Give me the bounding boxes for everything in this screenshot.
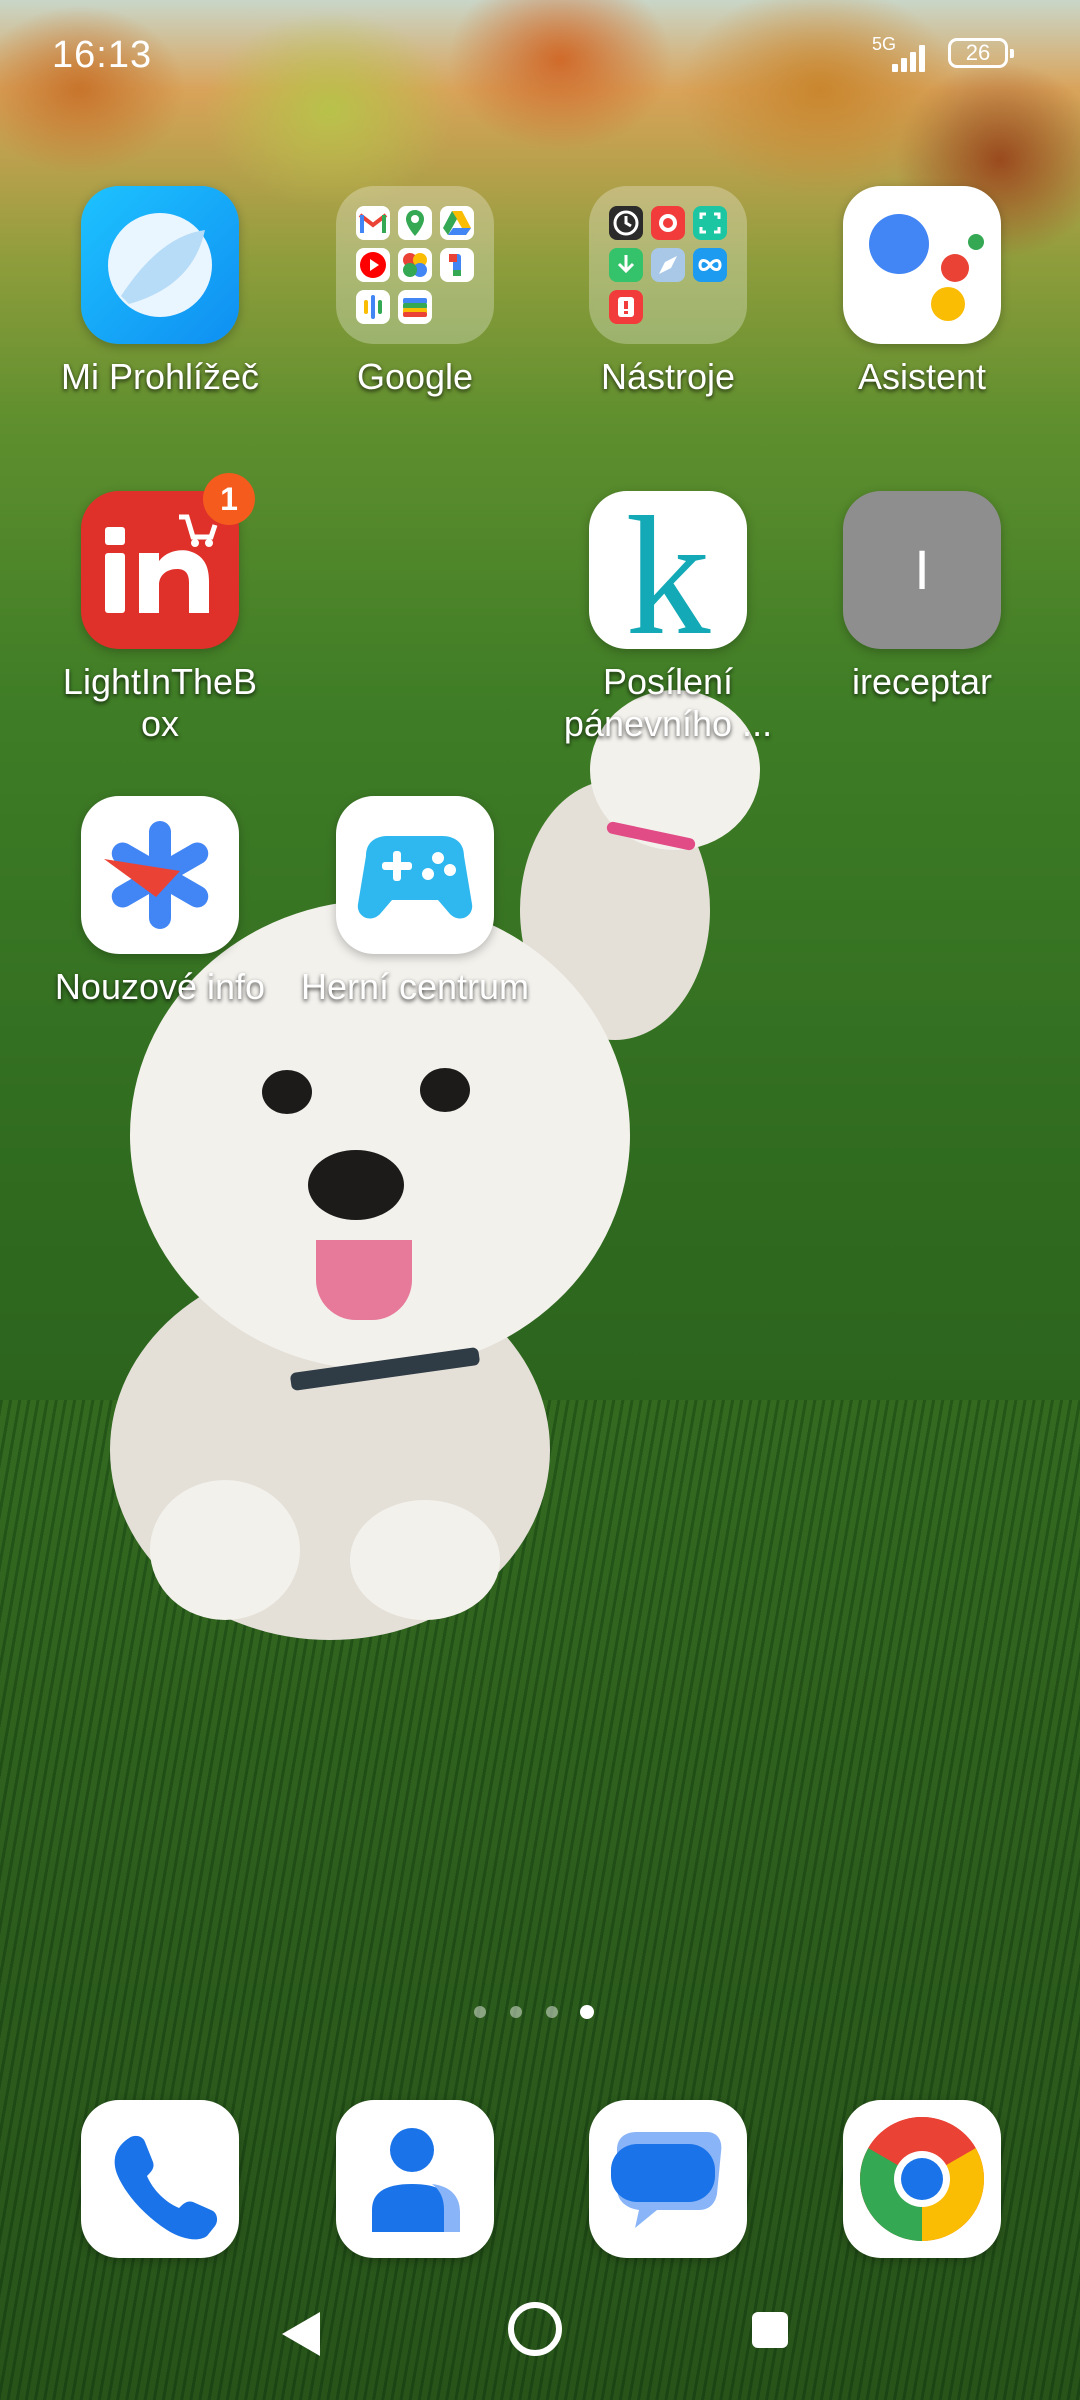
app-label: Herní centrum [300,966,530,1007]
battery-icon: 26 [948,38,1014,68]
chrome-icon [843,2100,1001,2258]
assistant-icon [843,186,1001,344]
youtube-music-icon [356,248,390,282]
app-label: ireceptar [851,661,993,702]
dock-chrome[interactable] [807,2100,1037,2258]
notification-badge: 1 [203,473,255,525]
back-icon[interactable] [282,2312,320,2356]
game-center-icon [336,796,494,954]
app-label: Google [356,356,474,397]
wallpaper-dog-tongue [316,1240,412,1320]
ireceptar-icon: I [843,491,1001,649]
app-lightinthebox[interactable]: 1 LightInTheB ox [45,473,275,745]
downloads-icon [609,248,643,282]
wallpaper-dog-eye-left [262,1070,312,1114]
wallpaper-dog-eye-right [420,1068,470,1112]
scanner-icon [693,206,727,240]
recorder-icon [651,206,685,240]
page-dot[interactable] [510,2006,522,2018]
dock-phone[interactable] [45,2100,275,2258]
app-emergency-info[interactable]: Nouzové info [45,796,275,1008]
compass-icon [651,248,685,282]
drive-icon [440,206,474,240]
app-label: LightInTheB ox [62,661,258,744]
gmail-icon [356,206,390,240]
lightinthebox-icon: 1 [81,473,255,649]
app-label: Mi Prohlížeč [60,356,260,397]
app-mi-browser[interactable]: Mi Prohlížeč [45,186,275,398]
contacts-icon [336,2100,494,2258]
page-dot-active[interactable] [580,2005,594,2019]
folder-google[interactable]: Google [300,186,530,398]
recents-icon[interactable] [752,2312,788,2348]
kegel-k-icon: k [589,482,747,670]
ireceptar-letter: I [914,538,930,601]
app-label: Posílení pánevního ... [563,661,773,744]
podcasts-icon [356,290,390,324]
emergency-info-icon [81,796,239,954]
folder-tools[interactable]: Nástroje [553,186,783,398]
phone-icon [81,2100,239,2258]
status-time: 16:13 [52,34,153,76]
photos-icon [398,248,432,282]
app-ireceptar[interactable]: I ireceptar [807,491,1037,703]
status-bar: 16:13 5G 26 [0,0,1080,110]
app-label: Nástroje [600,356,736,397]
app-label: Nouzové info [54,966,266,1007]
dock-messages[interactable] [553,2100,783,2258]
wallpaper-dog-paw-left [150,1480,300,1620]
page-indicator [474,2005,614,2026]
tools-folder-icon [589,186,747,344]
dock-contacts[interactable] [300,2100,530,2258]
mi-remote-icon [693,248,727,282]
app-label: Asistent [857,356,987,397]
wallpaper-dog-paw-right [350,1500,500,1620]
google-folder-icon [336,186,494,344]
mi-browser-icon [81,186,239,344]
app-assistant[interactable]: Asistent [807,186,1037,398]
home-icon[interactable] [508,2302,562,2356]
app-posileni[interactable]: k Posílení pánevního ... [553,482,783,745]
svg-text:k: k [626,491,711,649]
google-one-icon [440,248,474,282]
app-game-center[interactable]: Herní centrum [300,796,530,1008]
signal-icon [892,42,930,72]
page-dot[interactable] [474,2006,486,2018]
wallpaper-dog-nose [308,1150,404,1220]
feedback-icon [609,290,643,324]
messages-icon [589,2100,747,2258]
page-dot[interactable] [546,2006,558,2018]
navigation-bar [0,2290,1080,2380]
wallet-icon [398,290,432,324]
clock-icon [609,206,643,240]
maps-icon [398,206,432,240]
